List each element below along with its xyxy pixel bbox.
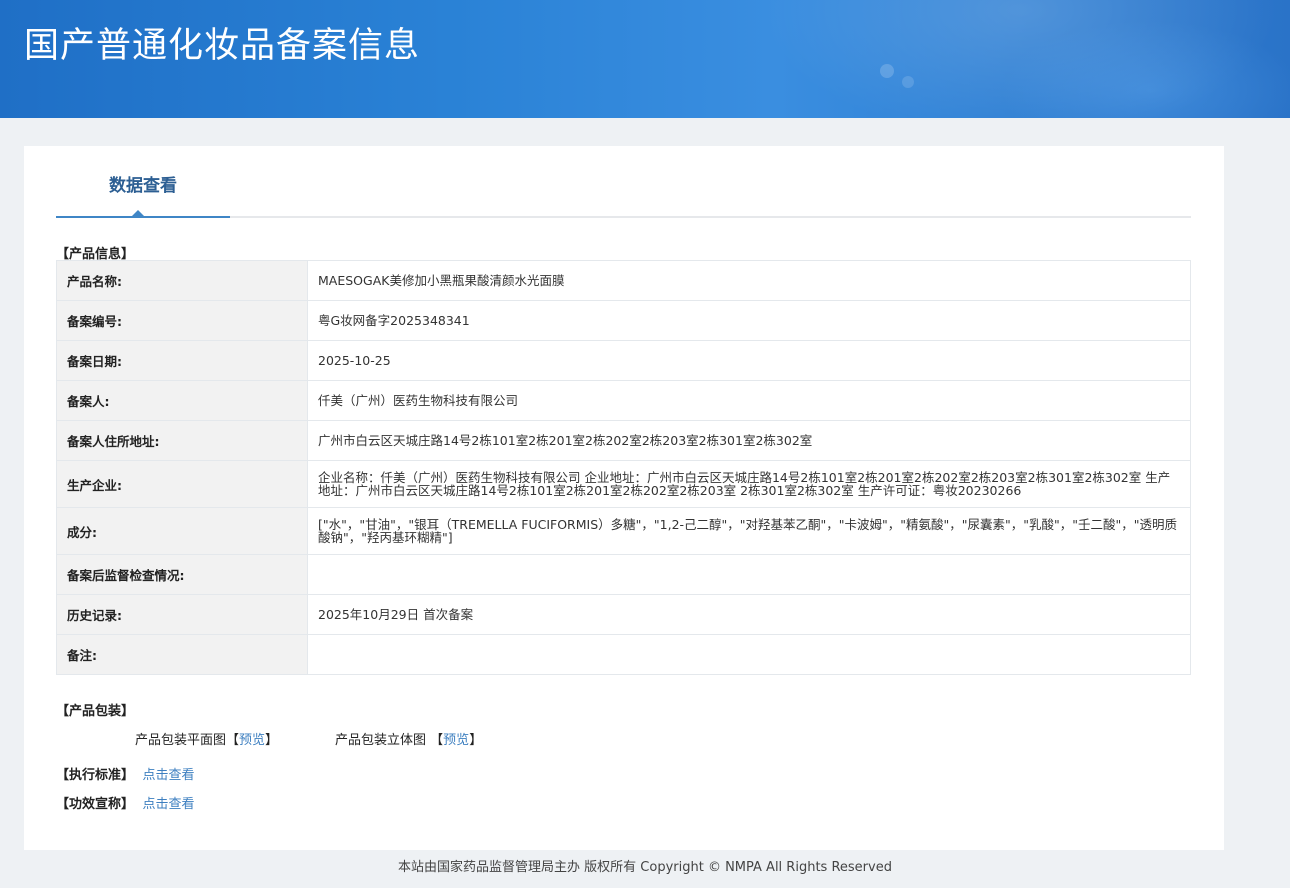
table-row: 备案人: 仟美（广州）医药生物科技有限公司 <box>56 380 1191 421</box>
row-value <box>307 634 1191 675</box>
section-standard: 【执行标准】 点击查看 <box>56 764 195 783</box>
row-label: 备注: <box>56 634 308 675</box>
row-value: 仟美（广州）医药生物科技有限公司 <box>307 380 1191 421</box>
packaging-flat-label: 产品包装平面图 <box>135 733 227 748</box>
row-label: 产品名称: <box>56 260 308 301</box>
row-label: 历史记录: <box>56 594 308 635</box>
standard-view-link[interactable]: 点击查看 <box>143 768 195 783</box>
table-row: 备案后监督检查情况: <box>56 554 1191 595</box>
row-value: 广州市白云区天城庄路14号2栋101室2栋201室2栋202室2栋203室2栋3… <box>307 420 1191 461</box>
bracket-close: 】 <box>469 733 483 748</box>
table-row: 历史记录: 2025年10月29日 首次备案 <box>56 594 1191 635</box>
footer-copyright: 本站由国家药品监督管理局主办 版权所有 Copyright © NMPA All… <box>398 860 892 875</box>
table-row: 生产企业: 企业名称：仟美（广州）医药生物科技有限公司 企业地址：广州市白云区天… <box>56 460 1191 508</box>
packaging-stereo-label: 产品包装立体图 <box>335 733 427 748</box>
tab-caret-icon <box>132 210 144 216</box>
row-label: 备案人: <box>56 380 308 421</box>
section-title-standard: 【执行标准】 <box>56 768 135 783</box>
row-label: 生产企业: <box>56 460 308 508</box>
row-label: 备案人住所地址: <box>56 420 308 461</box>
row-value: 2025年10月29日 首次备案 <box>307 594 1191 635</box>
table-row: 备案编号: 粤G妆网备字2025348341 <box>56 300 1191 341</box>
row-value: 2025-10-25 <box>307 340 1191 381</box>
table-row: 备案日期: 2025-10-25 <box>56 340 1191 381</box>
row-value: MAESOGAK美修加小黑瓶果酸清颜水光面膜 <box>307 260 1191 301</box>
preview-stereo-link[interactable]: 预览 <box>443 733 469 748</box>
content-panel: 数据查看 【产品信息】 产品名称: MAESOGAK美修加小黑瓶果酸清颜水光面膜… <box>24 146 1224 850</box>
row-value: 企业名称：仟美（广州）医药生物科技有限公司 企业地址：广州市白云区天城庄路14号… <box>307 460 1191 508</box>
bracket-open: 【 <box>430 733 444 748</box>
tab-bar: 数据查看 <box>56 146 1191 218</box>
table-row: 备注: <box>56 634 1191 675</box>
preview-flat-link[interactable]: 预览 <box>239 733 265 748</box>
row-label: 备案日期: <box>56 340 308 381</box>
table-row: 产品名称: MAESOGAK美修加小黑瓶果酸清颜水光面膜 <box>56 260 1191 301</box>
packaging-flat: 产品包装平面图【预览】 <box>135 729 278 748</box>
row-value: ["水"，"甘油"，"银耳（TREMELLA FUCIFORMIS）多糖"，"1… <box>307 507 1191 555</box>
banner-decoration <box>902 76 914 88</box>
tab-data-view[interactable]: 数据查看 <box>56 146 230 218</box>
page-title: 国产普通化妆品备案信息 <box>24 26 421 66</box>
row-label: 成分: <box>56 507 308 555</box>
bracket-open: 【 <box>226 733 240 748</box>
row-label: 备案编号: <box>56 300 308 341</box>
efficacy-view-link[interactable]: 点击查看 <box>143 797 195 812</box>
table-row: 备案人住所地址: 广州市白云区天城庄路14号2栋101室2栋201室2栋202室… <box>56 420 1191 461</box>
banner-decoration <box>880 64 894 78</box>
section-efficacy: 【功效宣称】 点击查看 <box>56 793 195 812</box>
table-row: 成分: ["水"，"甘油"，"银耳（TREMELLA FUCIFORMIS）多糖… <box>56 507 1191 555</box>
section-title-efficacy: 【功效宣称】 <box>56 797 135 812</box>
header-banner: 国产普通化妆品备案信息 <box>0 0 1290 118</box>
row-value: 粤G妆网备字2025348341 <box>307 300 1191 341</box>
product-info-table: 产品名称: MAESOGAK美修加小黑瓶果酸清颜水光面膜 备案编号: 粤G妆网备… <box>56 260 1191 675</box>
row-value <box>307 554 1191 595</box>
bracket-close: 】 <box>265 733 279 748</box>
section-title-packaging: 【产品包装】 <box>56 704 135 719</box>
row-label: 备案后监督检查情况: <box>56 554 308 595</box>
packaging-stereo: 产品包装立体图 【预览】 <box>335 729 482 748</box>
